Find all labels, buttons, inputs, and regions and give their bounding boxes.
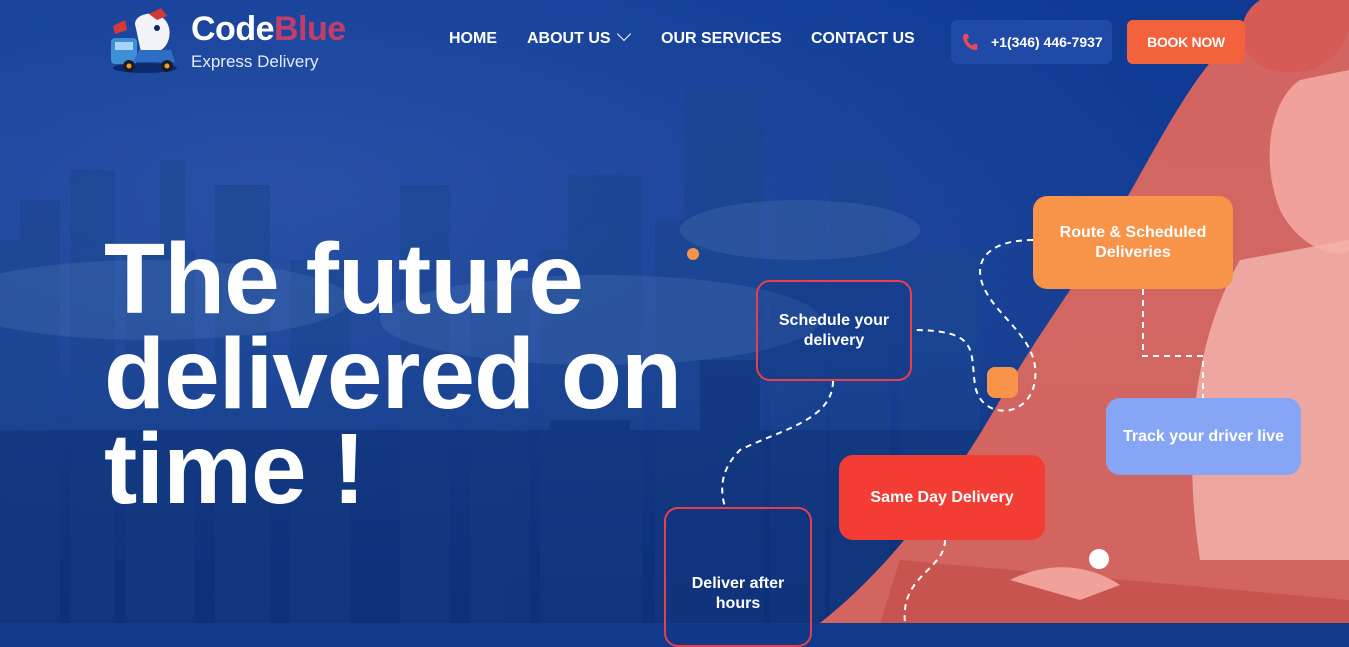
- feature-card-schedule-delivery: Schedule your delivery: [756, 280, 912, 381]
- feature-card-after-hours: Deliver after hours: [664, 507, 812, 647]
- brand-name-code: Code: [191, 10, 275, 48]
- nav-home-label: HOME: [449, 30, 497, 47]
- brand-name: CodeBlue: [191, 12, 346, 46]
- hero-headline: The future delivered on time !: [104, 223, 704, 525]
- phone-call-button[interactable]: +1(346) 446-7937: [951, 20, 1112, 64]
- brand-name-blue: Blue: [274, 10, 346, 48]
- feature-card-route-label: Route & Scheduled Deliveries: [1059, 223, 1207, 261]
- book-now-label: BOOK NOW: [1147, 34, 1225, 50]
- nav-contact-us[interactable]: CONTACT US: [811, 30, 915, 48]
- nav-about-us-label: ABOUT US: [527, 30, 611, 47]
- chevron-down-icon: [616, 26, 631, 42]
- orange-dot: [687, 248, 699, 260]
- orange-marker: [987, 367, 1018, 398]
- feature-card-schedule-label: Schedule your delivery: [778, 311, 890, 349]
- phone-number: +1(346) 446-7937: [991, 34, 1103, 50]
- headline-line-3: time !: [104, 413, 366, 525]
- nav-our-services[interactable]: OUR SERVICES: [661, 30, 782, 48]
- feature-card-after-hours-label: Deliver after hours: [691, 575, 785, 612]
- nav-about-us[interactable]: ABOUT US: [527, 26, 631, 48]
- feature-card-same-day-label: Same Day Delivery: [870, 488, 1014, 506]
- book-now-button[interactable]: BOOK NOW: [1127, 20, 1245, 64]
- white-dot: [1089, 549, 1109, 569]
- headline-line-2: delivered on: [104, 318, 682, 430]
- nav-home[interactable]: HOME: [449, 30, 497, 48]
- brand-logo[interactable]: CodeBlue Express Delivery: [105, 6, 365, 76]
- feature-card-track-label: Track your driver live: [1123, 427, 1284, 445]
- feature-card-track-driver: Track your driver live: [1106, 398, 1301, 475]
- delivery-mascot-icon: [111, 8, 177, 73]
- site-header: CodeBlue Express Delivery HOME ABOUT US …: [0, 0, 1349, 82]
- brand-tagline: Express Delivery: [191, 52, 319, 71]
- phone-icon: [963, 34, 978, 50]
- nav-contact-us-label: CONTACT US: [811, 30, 915, 47]
- nav-our-services-label: OUR SERVICES: [661, 30, 782, 47]
- feature-card-same-day: Same Day Delivery: [839, 455, 1045, 540]
- headline-line-1: The future: [104, 223, 584, 335]
- feature-card-route-scheduled: Route & Scheduled Deliveries: [1033, 196, 1233, 289]
